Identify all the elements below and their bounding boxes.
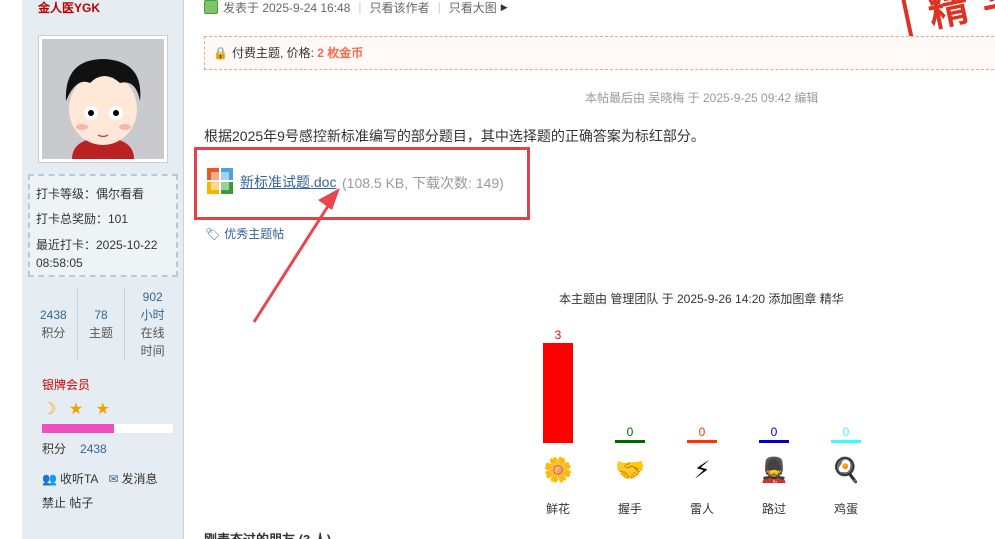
flower-icon[interactable]: 🌼 (543, 456, 573, 484)
lightning-icon[interactable]: ⚡ (694, 457, 711, 484)
checkin-info: 打卡等级：偶尔看看 打卡总奖励：101 最近打卡：2025-10-22 08:5… (28, 174, 178, 277)
paid-thread-notice: 🔒 付费主题, 价格: 2 枚金币 (204, 36, 995, 70)
category-label[interactable]: 鲜花 (546, 501, 570, 516)
credit-progress-fill (42, 424, 115, 433)
handshake-icon[interactable]: 🤝 (615, 457, 645, 484)
category-label[interactable]: 路过 (762, 501, 786, 516)
office-doc-icon[interactable] (206, 167, 234, 195)
edit-note: 本帖最后由 吴晓梅 于 2025-9-25 09:42 编辑 (585, 91, 819, 105)
category-label[interactable]: 鸡蛋 (834, 501, 858, 516)
online-status-icon (204, 0, 218, 14)
stat-threads[interactable]: 78 主题 (78, 288, 126, 360)
avatar-cartoon-icon (42, 39, 164, 159)
lock-icon: 🔒 (213, 46, 228, 60)
price-value: 2 枚金币 (317, 46, 364, 60)
author-username[interactable]: 金人医YGK (38, 0, 100, 16)
reacted-friends-heading: 刚表态过的朋友 (3 人) (204, 529, 331, 539)
author-sidebar: 金人医YGK 打卡等级：偶尔看看 打卡总奖励：101 最近打卡：2025-10-… (22, 0, 184, 539)
bar-握手 (615, 440, 645, 443)
egg-icon[interactable]: 🍳 (831, 456, 861, 484)
stamp-log: 本主题由 管理团队 于 2025-9-26 14:20 添加图章 精华 (559, 292, 844, 306)
divider: | (358, 0, 362, 14)
message-button[interactable]: ✉ 发消息 (108, 470, 157, 487)
ban-post-link[interactable]: 禁止 帖子 (42, 494, 93, 511)
bar-value-label: 3 (555, 328, 562, 342)
avatar[interactable] (38, 35, 168, 163)
post-body: 根据2025年9号感控新标准编写的部分题目，其中选择题的正确答案为标红部分。 (204, 128, 705, 144)
follow-icon: 👥 (42, 472, 57, 486)
checkin-level: 打卡等级：偶尔看看 (36, 187, 145, 201)
bar-value-label: 0 (771, 425, 778, 439)
bar-value-label: 0 (699, 425, 706, 439)
bar-鸡蛋 (831, 440, 861, 443)
author-only-link[interactable]: 只看该作者 (370, 0, 430, 16)
bar-路过 (759, 440, 789, 443)
author-actions: 👥 收听TA ✉ 发消息 (42, 470, 157, 487)
bar-value-label: 0 (843, 425, 850, 439)
attachment-meta: (108.5 KB, 下载次数: 149) (342, 175, 504, 191)
tag-icon: 🏷 (205, 227, 221, 241)
bar-雷人 (687, 440, 717, 443)
post-header: 发表于 2025-9-24 16:48 | 只看该作者 | 只看大图 ▶ (204, 0, 508, 16)
big-image-link[interactable]: 只看大图 (449, 0, 497, 16)
attachment-link[interactable]: 新标准试题.doc (240, 172, 336, 192)
checkin-reward: 打卡总奖励：101 (36, 212, 129, 226)
bar-鲜花 (543, 343, 573, 443)
caret-right-icon[interactable]: ▶ (501, 2, 508, 13)
thread-tag[interactable]: 🏷 优秀主题帖 (205, 225, 284, 242)
divider: | (437, 0, 441, 14)
reaction-chart: 3 🌼 鲜花 0 🤝 握手 0 ⚡ 雷人 0 💂 路过 0 🍳 鸡蛋 (520, 320, 880, 520)
rank-stars-icon: ☽ ★ ★ (42, 401, 114, 418)
stat-online-time[interactable]: 902 小时 在线时间 (125, 288, 180, 360)
category-label[interactable]: 雷人 (690, 502, 714, 516)
bar-value-label: 0 (627, 425, 634, 439)
soldier-icon[interactable]: 💂 (759, 456, 789, 484)
post-time: 发表于 2025-9-24 16:48 (223, 0, 351, 15)
reaction-chart-svg: 3 🌼 鲜花 0 🤝 握手 0 ⚡ 雷人 0 💂 路过 0 🍳 鸡蛋 (543, 328, 861, 516)
follow-button[interactable]: 👥 收听TA (42, 470, 98, 487)
member-badge[interactable]: 银牌会员 (42, 376, 90, 393)
stat-credits[interactable]: 2438 积分 (30, 288, 78, 360)
category-label[interactable]: 握手 (618, 501, 642, 516)
credit-line: 积分 2438 (42, 442, 107, 456)
checkin-last: 最近打卡：2025-10-22 08:58:05 (36, 238, 158, 270)
envelope-icon: ✉ (108, 472, 119, 486)
user-stats: 2438 积分 78 主题 902 小时 在线时间 (30, 288, 180, 360)
credit-progress-bar (42, 424, 173, 433)
